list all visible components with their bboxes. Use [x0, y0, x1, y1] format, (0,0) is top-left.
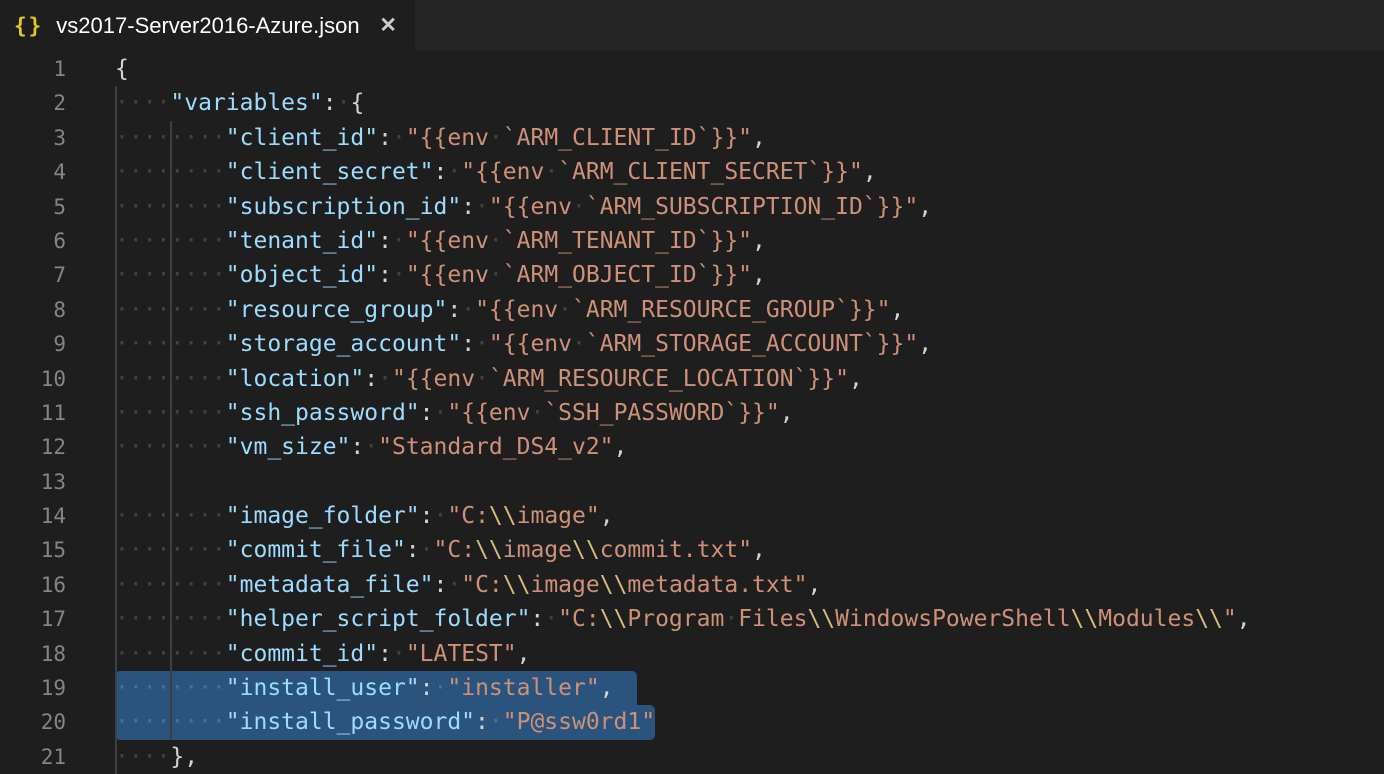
line-number[interactable]: 20	[0, 705, 66, 739]
line-number[interactable]: 9	[0, 327, 66, 361]
code-line-7[interactable]: 7 ········"object_id":·"{{env·`ARM_OBJECT…	[0, 258, 1384, 292]
line-content[interactable]: ········"subscription_id":·"{{env·`ARM_S…	[115, 190, 932, 224]
line-number[interactable]: 3	[0, 121, 66, 155]
line-content[interactable]: ········"storage_account":·"{{env·`ARM_S…	[115, 327, 932, 361]
code-text: ········"install_user":·"installer",	[115, 675, 614, 701]
line-content[interactable]: ········"helper_script_folder":·"C:\\Pro…	[115, 602, 1251, 636]
line-number[interactable]: 11	[0, 396, 66, 430]
code-line-4[interactable]: 4 ········"client_secret":·"{{env·`ARM_CL…	[0, 155, 1384, 189]
tab-vs2017-server2016-azure-json[interactable]: {} vs2017-Server2016-Azure.json ✕	[0, 0, 415, 51]
code-text: ········"commit_id":·"LATEST",	[115, 641, 530, 667]
line-number[interactable]: 15	[0, 533, 66, 567]
code-text: ········"location":·"{{env·`ARM_RESOURCE…	[115, 366, 863, 392]
line-number[interactable]: 14	[0, 499, 66, 533]
code-editor[interactable]: 1{2····"variables":·{3········"client_id…	[0, 51, 1384, 772]
code-text: ········"install_password":·"P@ssw0rd1"	[115, 709, 655, 735]
code-text: ········"storage_account":·"{{env·`ARM_S…	[115, 331, 932, 357]
line-number[interactable]: 12	[0, 430, 66, 464]
line-content[interactable]: ········"metadata_file":·"C:\\image\\met…	[115, 568, 821, 602]
code-line-11[interactable]: 11 ········"ssh_password":·"{{env·`SSH_PA…	[0, 396, 1384, 430]
code-line-3[interactable]: 3 ········"client_id":·"{{env·`ARM_CLIENT…	[0, 121, 1384, 155]
code-line-18[interactable]: 18 ········"commit_id":·"LATEST",	[0, 637, 1384, 671]
code-line-1[interactable]: 1{	[0, 52, 1384, 86]
line-content[interactable]: ········"vm_size":·"Standard_DS4_v2",	[115, 430, 627, 464]
line-number[interactable]: 21	[0, 740, 66, 774]
code-text: ········"tenant_id":·"{{env·`ARM_TENANT_…	[115, 228, 766, 254]
code-text: ········"client_secret":·"{{env·`ARM_CLI…	[115, 159, 877, 185]
line-content[interactable]: ········"image_folder":·"C:\\image",	[115, 499, 614, 533]
code-line-16[interactable]: 16 ········"metadata_file":·"C:\\image\\m…	[0, 568, 1384, 602]
code-line-5[interactable]: 5 ········"subscription_id":·"{{env·`ARM_…	[0, 190, 1384, 224]
code-line-13[interactable]: 13	[0, 465, 1384, 499]
line-number[interactable]: 2	[0, 86, 66, 120]
line-number[interactable]: 6	[0, 224, 66, 258]
line-number[interactable]: 7	[0, 258, 66, 292]
line-number[interactable]: 13	[0, 465, 66, 499]
code-lines: 1{2····"variables":·{3········"client_id…	[0, 52, 1384, 774]
code-line-10[interactable]: 10 ········"location":·"{{env·`ARM_RESOUR…	[0, 362, 1384, 396]
code-text: ········"vm_size":·"Standard_DS4_v2",	[115, 434, 627, 460]
tab-close-icon[interactable]: ✕	[379, 13, 397, 38]
line-content[interactable]: ····},	[115, 740, 198, 774]
line-number[interactable]: 16	[0, 568, 66, 602]
line-content[interactable]: ········"location":·"{{env·`ARM_RESOURCE…	[115, 362, 863, 396]
code-text: ········"subscription_id":·"{{env·`ARM_S…	[115, 194, 932, 220]
line-content[interactable]: {	[115, 52, 129, 86]
line-content[interactable]: ········"client_id":·"{{env·`ARM_CLIENT_…	[115, 121, 766, 155]
code-line-9[interactable]: 9 ········"storage_account":·"{{env·`ARM_…	[0, 327, 1384, 361]
line-content[interactable]: ········"tenant_id":·"{{env·`ARM_TENANT_…	[115, 224, 766, 258]
code-line-14[interactable]: 14 ········"image_folder":·"C:\\image",	[0, 499, 1384, 533]
line-content[interactable]: ········"resource_group":·"{{env·`ARM_RE…	[115, 293, 904, 327]
line-number[interactable]: 1	[0, 52, 66, 86]
code-text: ········"commit_file":·"C:\\image\\commi…	[115, 537, 766, 563]
code-line-12[interactable]: 12 ········"vm_size":·"Standard_DS4_v2",	[0, 430, 1384, 464]
code-text: ········"resource_group":·"{{env·`ARM_RE…	[115, 297, 904, 323]
code-text: {	[115, 56, 129, 82]
line-content[interactable]: ········"object_id":·"{{env·`ARM_OBJECT_…	[115, 258, 766, 292]
code-line-17[interactable]: 17 ········"helper_script_folder":·"C:\\P…	[0, 602, 1384, 636]
code-line-8[interactable]: 8 ········"resource_group":·"{{env·`ARM_R…	[0, 293, 1384, 327]
code-text: ····"variables":·{	[115, 90, 364, 116]
code-line-19[interactable]: 19 ········"install_user":·"installer",	[0, 671, 1384, 705]
code-line-21[interactable]: 21 ····},	[0, 740, 1384, 774]
code-text: ········"metadata_file":·"C:\\image\\met…	[115, 572, 821, 598]
code-text: ········"client_id":·"{{env·`ARM_CLIENT_…	[115, 125, 766, 151]
line-content[interactable]: ········"ssh_password":·"{{env·`SSH_PASS…	[115, 396, 794, 430]
code-text: ····},	[115, 744, 198, 770]
line-content[interactable]: ········"client_secret":·"{{env·`ARM_CLI…	[115, 155, 877, 189]
line-content[interactable]: ········"install_password":·"P@ssw0rd1"	[115, 705, 655, 739]
code-text: ········"helper_script_folder":·"C:\\Pro…	[115, 606, 1251, 632]
line-content[interactable]: ········"install_user":·"installer",	[115, 671, 614, 705]
code-line-20[interactable]: 20 ········"install_password":·"P@ssw0rd1…	[0, 705, 1384, 739]
line-number[interactable]: 5	[0, 190, 66, 224]
code-text: ········"image_folder":·"C:\\image",	[115, 503, 614, 529]
code-text: ········"object_id":·"{{env·`ARM_OBJECT_…	[115, 262, 766, 288]
line-number[interactable]: 18	[0, 637, 66, 671]
tab-bar: {} vs2017-Server2016-Azure.json ✕	[0, 0, 1384, 51]
json-file-icon: {}	[14, 14, 43, 38]
line-number[interactable]: 8	[0, 293, 66, 327]
code-line-2[interactable]: 2 ····"variables":·{	[0, 86, 1384, 120]
line-content[interactable]: ····"variables":·{	[115, 86, 364, 120]
line-number[interactable]: 4	[0, 155, 66, 189]
line-number[interactable]: 19	[0, 671, 66, 705]
code-line-6[interactable]: 6 ········"tenant_id":·"{{env·`ARM_TENANT…	[0, 224, 1384, 258]
line-content[interactable]: ········"commit_file":·"C:\\image\\commi…	[115, 533, 766, 567]
tab-label: vs2017-Server2016-Azure.json	[56, 13, 359, 39]
code-line-15[interactable]: 15 ········"commit_file":·"C:\\image\\com…	[0, 533, 1384, 567]
code-text: ········"ssh_password":·"{{env·`SSH_PASS…	[115, 400, 794, 426]
line-number[interactable]: 10	[0, 362, 66, 396]
line-number[interactable]: 17	[0, 602, 66, 636]
line-content[interactable]: ········"commit_id":·"LATEST",	[115, 637, 530, 671]
